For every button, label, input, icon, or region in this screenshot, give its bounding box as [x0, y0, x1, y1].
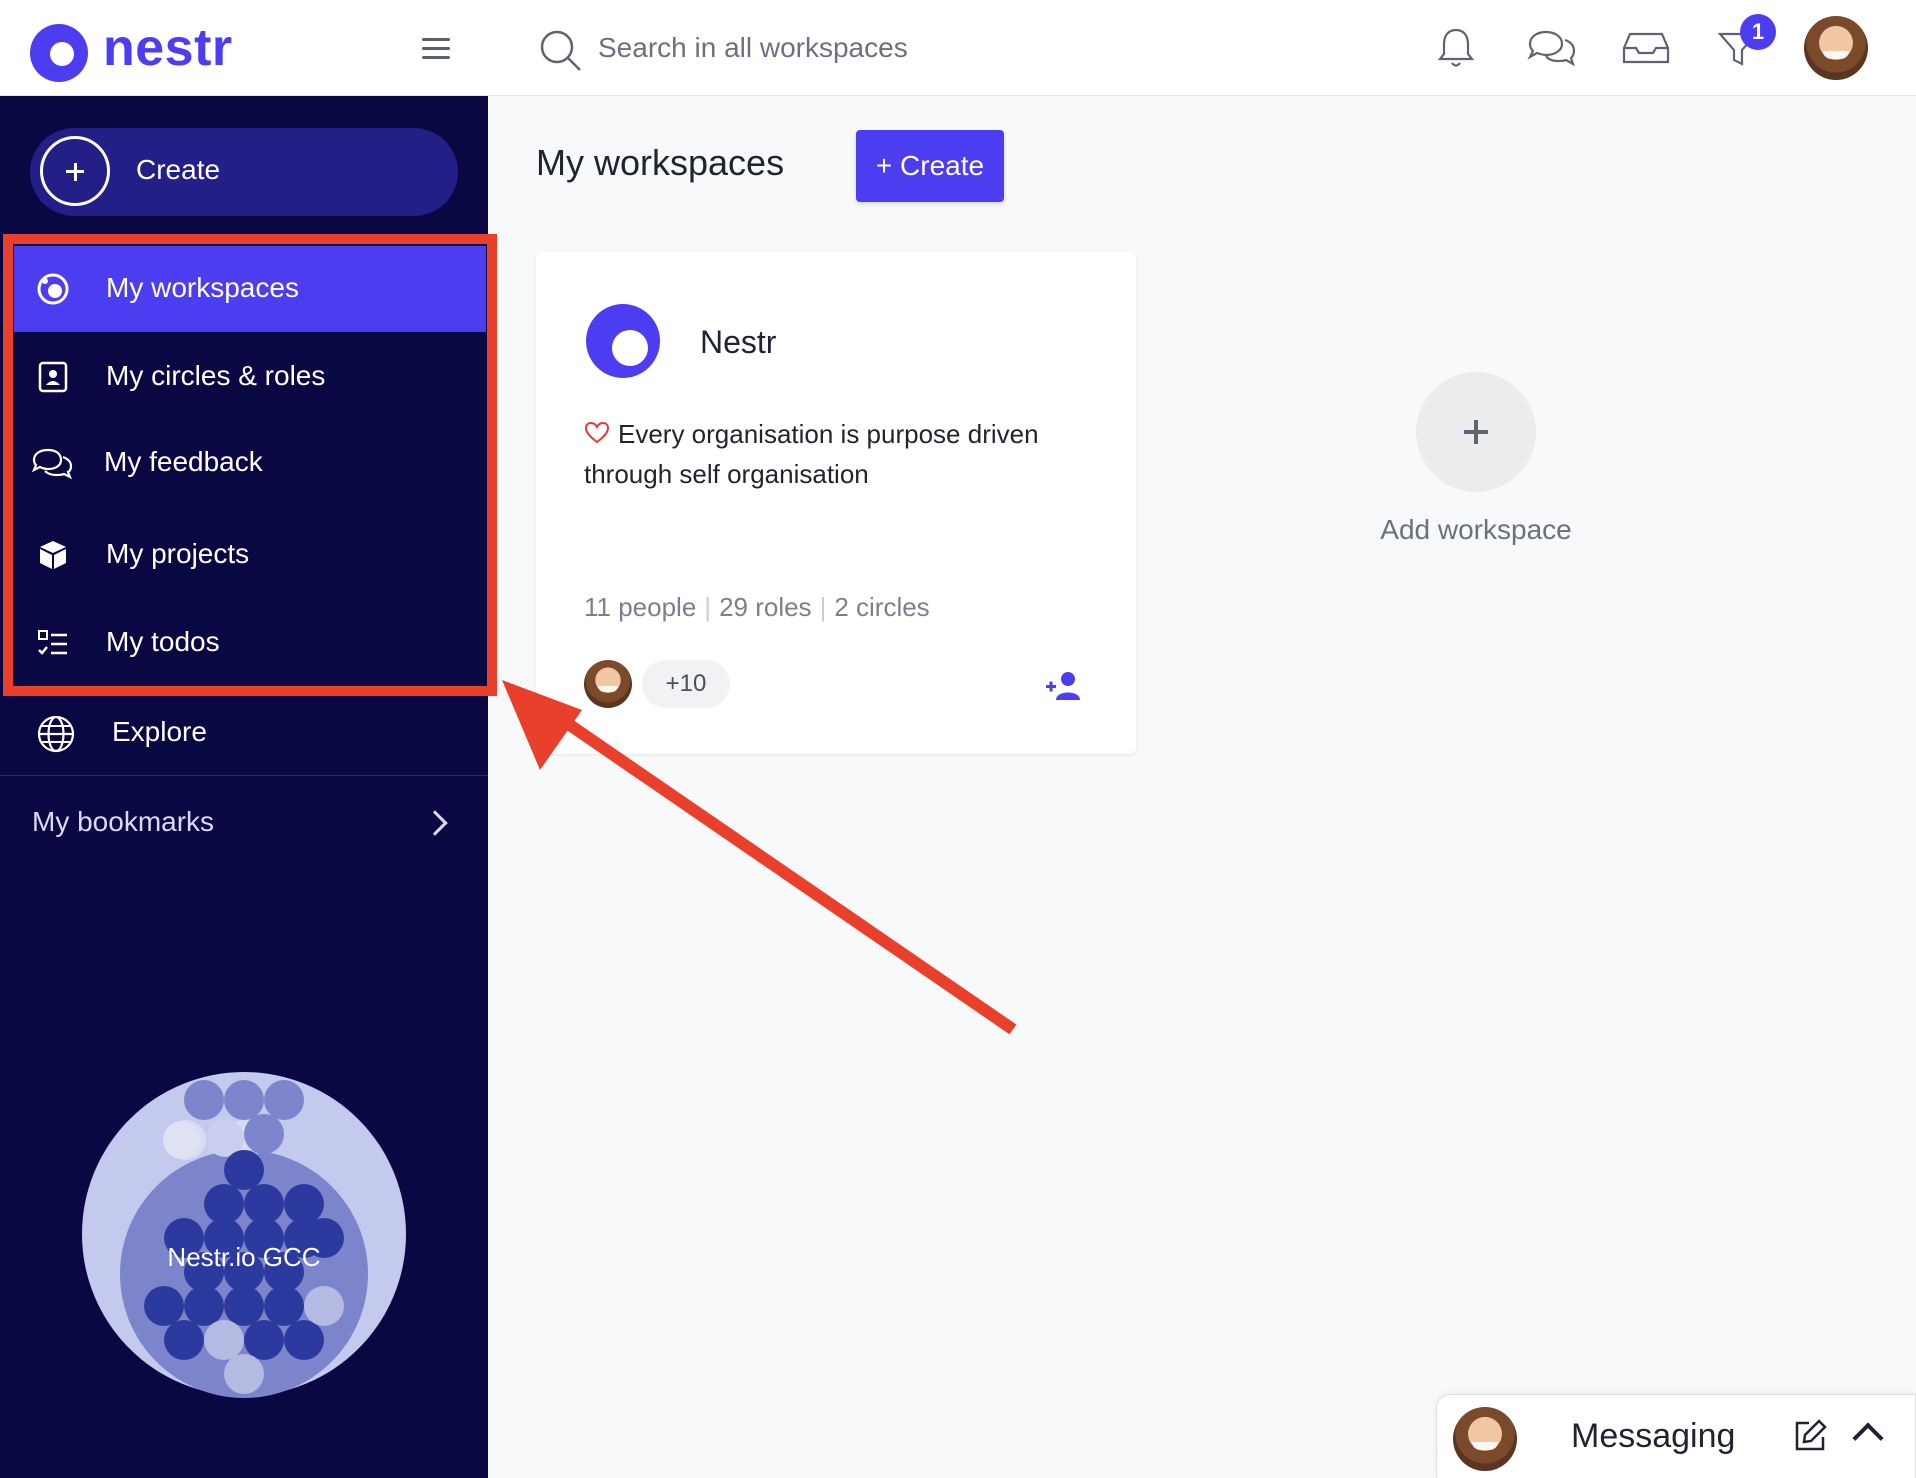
sidebar-item-my-circles-roles[interactable]: My circles & roles	[14, 334, 486, 420]
workspace-card[interactable]: Nestr Every organisation is purpose driv…	[536, 252, 1136, 754]
sidebar-item-my-feedback[interactable]: My feedback	[14, 420, 486, 506]
sidebar-item-explore[interactable]: Explore	[0, 690, 488, 776]
logo-text[interactable]: nestr	[103, 18, 233, 78]
sidebar-my-bookmarks[interactable]: My bookmarks	[0, 780, 488, 866]
add-workspace-button[interactable]	[1416, 372, 1536, 492]
messaging-bar[interactable]: Messaging	[1436, 1394, 1916, 1478]
sidebar-explore-label: Explore	[112, 716, 207, 747]
roles-count: 29 roles	[719, 592, 812, 622]
plus-circle-icon	[40, 136, 110, 206]
workspace-name[interactable]: Nestr	[700, 324, 776, 361]
chat-bubbles-icon	[31, 448, 73, 480]
search-icon	[540, 30, 581, 71]
compose-icon[interactable]	[1791, 1417, 1829, 1455]
logo-bar: nestr	[0, 0, 488, 96]
globe-icon	[37, 715, 75, 753]
checklist-icon	[38, 630, 67, 655]
notification-badge: 1	[1740, 14, 1776, 50]
circle-visualization[interactable]: Nestr.io GCC	[80, 1070, 408, 1398]
inbox-icon[interactable]	[1618, 24, 1674, 72]
workspace-stats: 11 people | 29 roles | 2 circles	[584, 592, 930, 622]
hamburger-menu-icon[interactable]	[422, 38, 450, 62]
search-input[interactable]	[598, 28, 1198, 68]
chevron-up-icon[interactable]	[1852, 1422, 1884, 1454]
more-members-badge[interactable]: +10	[642, 660, 730, 708]
add-workspace-label[interactable]: Add workspace	[1356, 514, 1596, 546]
bookmarks-label: My bookmarks	[32, 806, 215, 837]
circles-count: 2 circles	[834, 592, 930, 622]
messaging-label: Messaging	[1571, 1417, 1736, 1455]
nestr-logo-icon[interactable]	[30, 24, 88, 82]
sidebar-item-label: My workspaces	[106, 272, 299, 303]
cube-icon	[40, 541, 66, 569]
add-person-icon[interactable]	[1044, 670, 1084, 702]
people-count: 11 people	[584, 592, 697, 622]
sidebar-create-button[interactable]: Create	[30, 128, 458, 216]
sidebar-item-label: My feedback	[104, 446, 263, 477]
create-workspace-button[interactable]: + Create	[856, 130, 1004, 202]
sidebar-item-my-projects[interactable]: My projects	[14, 512, 486, 598]
purpose-text: Every organisation is purpose driven thr…	[584, 419, 1039, 489]
sidebar-item-label: My circles & roles	[106, 360, 326, 391]
messaging-avatar	[1453, 1407, 1517, 1471]
sidebar: nestr Create My workspaces My circles & …	[0, 0, 488, 1478]
page-title: My workspaces	[536, 142, 785, 183]
workspace-purpose: Every organisation is purpose driven thr…	[584, 414, 1104, 494]
chevron-right-icon	[422, 810, 448, 836]
member-avatar[interactable]	[584, 660, 632, 708]
sidebar-item-label: My projects	[106, 538, 250, 569]
contact-card-icon	[38, 361, 68, 393]
workspace-icon	[37, 273, 69, 305]
bell-icon[interactable]	[1432, 24, 1480, 72]
sidebar-item-my-todos[interactable]: My todos	[14, 600, 486, 686]
chat-bubbles-icon[interactable]	[1524, 24, 1580, 72]
sidebar-item-label: My todos	[106, 626, 220, 657]
sidebar-item-my-workspaces[interactable]: My workspaces	[14, 246, 486, 332]
workspace-logo-icon	[586, 304, 660, 378]
sidebar-create-label: Create	[136, 154, 221, 185]
heart-icon	[584, 421, 610, 444]
top-bar	[488, 0, 1916, 96]
user-avatar[interactable]	[1804, 16, 1868, 80]
circle-viz-label: Nestr.io GCC	[167, 1242, 320, 1272]
